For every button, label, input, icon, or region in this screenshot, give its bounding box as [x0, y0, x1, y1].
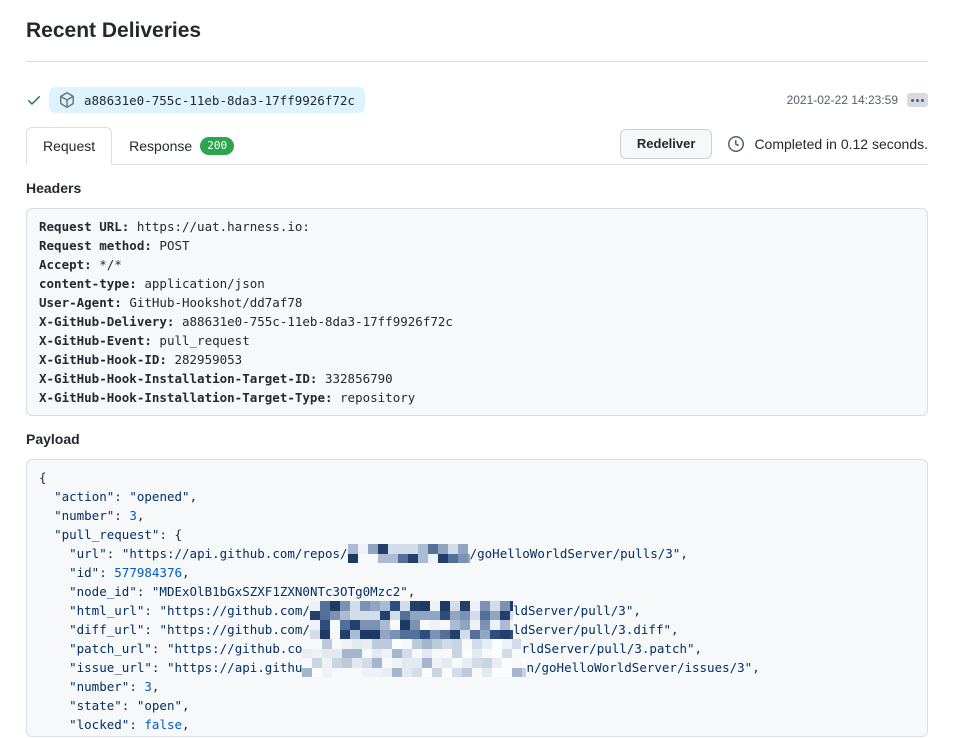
payload-line: "action": "opened", — [39, 487, 915, 506]
payload-line: "html_url": "https://github.com/ldServer… — [39, 601, 915, 620]
page-title: Recent Deliveries — [26, 0, 928, 62]
delivery-tabs: Request Response 200 — [26, 127, 251, 164]
payload-line: "number": 3, — [39, 506, 915, 525]
header-line: X-GitHub-Event: pull_request — [39, 331, 915, 350]
delivery-guid: a88631e0-755c-11eb-8da3-17ff9926f72c — [84, 93, 355, 108]
delivery-guid-button[interactable]: a88631e0-755c-11eb-8da3-17ff9926f72c — [49, 87, 365, 113]
header-line: X-GitHub-Hook-ID: 282959053 — [39, 350, 915, 369]
delivery-options-button[interactable] — [907, 93, 928, 107]
headers-section-title: Headers — [26, 180, 928, 196]
tab-response[interactable]: Response 200 — [112, 127, 251, 165]
header-line: X-GitHub-Hook-Installation-Target-ID: 33… — [39, 369, 915, 388]
kebab-dot — [916, 99, 919, 102]
payload-line: "diff_url": "https://github.com/ldServer… — [39, 620, 915, 639]
delivery-timestamp: 2021-02-22 14:23:59 — [787, 93, 898, 107]
header-line: Request method: POST — [39, 236, 915, 255]
header-line: X-GitHub-Delivery: a88631e0-755c-11eb-8d… — [39, 312, 915, 331]
redacted-text — [310, 601, 513, 620]
header-line: Request URL: https://uat.harness.io: — [39, 217, 915, 236]
header-line: Accept: */* — [39, 255, 915, 274]
check-icon — [26, 92, 42, 108]
clock-icon — [728, 136, 744, 152]
payload-line: "locked": false, — [39, 715, 915, 734]
redacted-text — [302, 639, 521, 658]
payload-line: "state": "open", — [39, 696, 915, 715]
delivery-success-icon — [26, 92, 42, 108]
payload-box: { "action": "opened", "number": 3, "pull… — [26, 459, 928, 737]
payload-line: "node_id": "MDExOlB1bGxSZXF1ZXN0NTc3OTg0… — [39, 582, 915, 601]
tab-request-label: Request — [43, 138, 95, 155]
payload-line: "url": "https://api.github.com/repos//go… — [39, 544, 915, 563]
kebab-horizontal-icon — [911, 99, 914, 102]
package-icon — [59, 92, 75, 108]
payload-line: "id": 577984376, — [39, 563, 915, 582]
headers-box: Request URL: https://uat.harness.io:Requ… — [26, 208, 928, 416]
payload-line: { — [39, 468, 915, 487]
header-line: content-type: application/json — [39, 274, 915, 293]
tab-request[interactable]: Request — [26, 127, 112, 165]
redacted-text — [302, 658, 526, 677]
header-line: X-GitHub-Hook-Installation-Target-Type: … — [39, 388, 915, 407]
payload-line: "patch_url": "https://github.corldServer… — [39, 639, 915, 658]
redeliver-button[interactable]: Redeliver — [620, 129, 713, 159]
payload-line: "issue_url": "https://api.githun/goHello… — [39, 658, 915, 677]
delivery-row: a88631e0-755c-11eb-8da3-17ff9926f72c 202… — [26, 87, 928, 113]
completed-duration-text: Completed in 0.12 seconds. — [754, 136, 928, 152]
tab-response-label: Response — [129, 138, 192, 155]
kebab-dot — [921, 99, 924, 102]
redacted-text — [310, 620, 513, 639]
tab-actions: Redeliver Completed in 0.12 seconds. — [620, 129, 928, 163]
payload-line: "number": 3, — [39, 677, 915, 696]
recent-deliveries-panel: Recent Deliveries a88631e0-755c-11eb-8da… — [0, 0, 954, 737]
payload-line: "pull_request": { — [39, 525, 915, 544]
response-status-badge: 200 — [200, 137, 234, 155]
header-line: User-Agent: GitHub-Hookshot/dd7af78 — [39, 293, 915, 312]
redacted-text — [348, 544, 470, 563]
delivery-tabbar: Request Response 200 Redeliver Completed… — [26, 127, 928, 165]
payload-section-title: Payload — [26, 431, 928, 447]
